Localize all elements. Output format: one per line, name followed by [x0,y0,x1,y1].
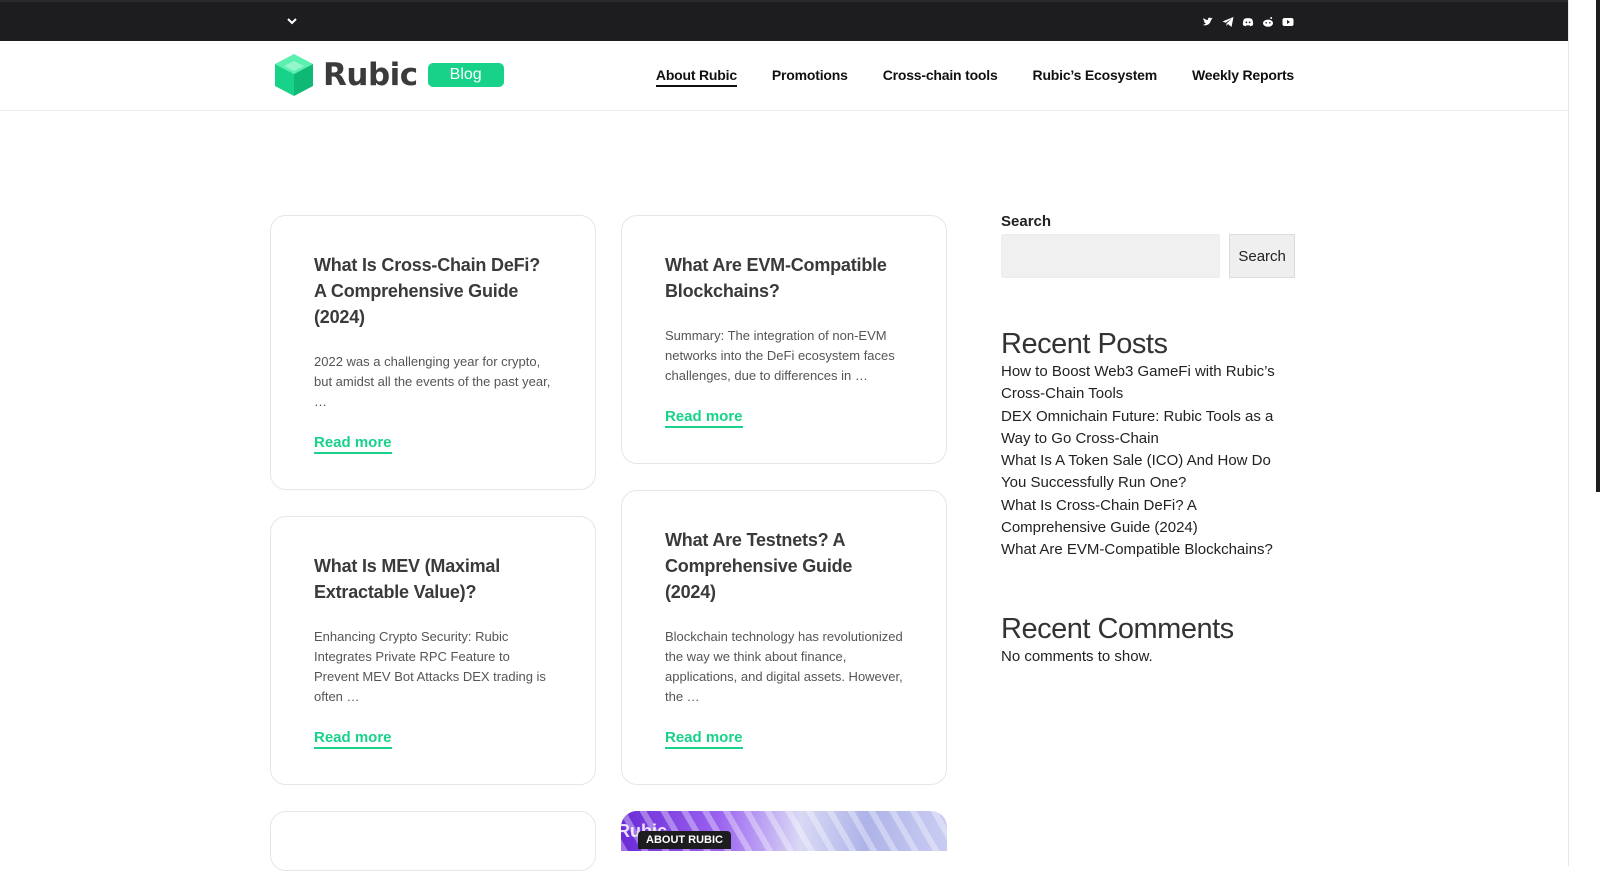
site-logo[interactable]: Rubic Blog [273,52,504,98]
search-label: Search [1001,213,1052,230]
read-more-link[interactable]: Read more [314,729,392,749]
nav-weekly-reports[interactable]: Weekly Reports [1192,67,1294,87]
sidebar: Search Search Recent Posts How to Boost … [1001,213,1295,665]
search-button[interactable]: Search [1229,234,1295,278]
youtube-icon[interactable] [1282,15,1294,27]
read-more-link[interactable]: Read more [314,434,392,454]
telegram-icon[interactable] [1222,15,1234,27]
twitter-icon[interactable] [1202,15,1214,27]
recent-post-link[interactable]: DEX Omnichain Future: Rubic Tools as a W… [1001,406,1295,450]
main-nav: About Rubic Promotions Cross-chain tools… [655,67,1294,87]
post-card: What Are Testnets? A Comprehensive Guide… [621,490,947,785]
list-item: What Is Cross-Chain DeFi? A Comprehensiv… [1001,495,1295,539]
post-title[interactable]: What Is Cross-Chain DeFi? A Comprehensiv… [314,252,552,330]
recent-comments-heading: Recent Comments [1001,613,1234,645]
site-header: Rubic Blog About Rubic Promotions Cross-… [0,41,1568,111]
chevron-down-icon[interactable] [286,15,298,27]
list-item: What Are EVM-Compatible Blockchains? [1001,539,1295,561]
search-input[interactable] [1001,234,1221,278]
no-comments-text: No comments to show. [1001,648,1153,665]
top-bar [0,0,1568,41]
logo-wordmark: Rubic [323,57,418,93]
list-item: How to Boost Web3 GameFi with Rubic’s Cr… [1001,361,1295,405]
nav-cross-chain-tools[interactable]: Cross-chain tools [883,67,998,87]
discord-icon[interactable] [1242,15,1254,27]
recent-post-link[interactable]: How to Boost Web3 GameFi with Rubic’s Cr… [1001,361,1295,405]
post-excerpt: Enhancing Crypto Security: Rubic Integra… [314,629,546,704]
post-excerpt: Blockchain technology has revolutionized… [665,629,903,704]
post-title[interactable]: What Are EVM-Compatible Blockchains? [665,252,903,304]
blog-badge: Blog [427,63,504,87]
post-card-partial [270,811,596,871]
nav-rubic-ecosystem[interactable]: Rubic’s Ecosystem [1033,67,1158,87]
nav-about-rubic[interactable]: About Rubic [655,67,737,87]
post-card: What Is Cross-Chain DeFi? A Comprehensiv… [270,215,596,490]
recent-posts-list: How to Boost Web3 GameFi with Rubic’s Cr… [1001,361,1295,561]
reddit-icon[interactable] [1262,15,1274,27]
post-card: What Is MEV (Maximal Extractable Value)?… [270,516,596,785]
list-item: DEX Omnichain Future: Rubic Tools as a W… [1001,406,1295,450]
rubic-cube-icon [275,54,313,96]
recent-posts-heading: Recent Posts [1001,328,1168,360]
post-card: What Are EVM-Compatible Blockchains? Sum… [621,215,947,464]
recent-post-link[interactable]: What Is A Token Sale (ICO) And How Do Yo… [1001,450,1295,494]
recent-post-link[interactable]: What Is Cross-Chain DeFi? A Comprehensiv… [1001,495,1295,539]
read-more-link[interactable]: Read more [665,408,743,428]
nav-promotions[interactable]: Promotions [772,67,848,87]
recent-post-link[interactable]: What Are EVM-Compatible Blockchains? [1001,539,1295,561]
post-card-image[interactable]: Rubic ABOUT RUBIC [621,811,947,851]
social-links [1202,15,1294,27]
search-form: Search [1001,234,1295,278]
scrollbar-thumb[interactable] [1596,0,1600,492]
post-excerpt: 2022 was a challenging year for crypto, … [314,354,551,409]
post-title[interactable]: What Is MEV (Maximal Extractable Value)? [314,553,552,605]
post-excerpt: Summary: The integration of non-EVM netw… [665,328,895,383]
post-title[interactable]: What Are Testnets? A Comprehensive Guide… [665,527,903,605]
read-more-link[interactable]: Read more [665,729,743,749]
list-item: What Is A Token Sale (ICO) And How Do Yo… [1001,450,1295,494]
category-badge[interactable]: ABOUT RUBIC [638,831,731,849]
